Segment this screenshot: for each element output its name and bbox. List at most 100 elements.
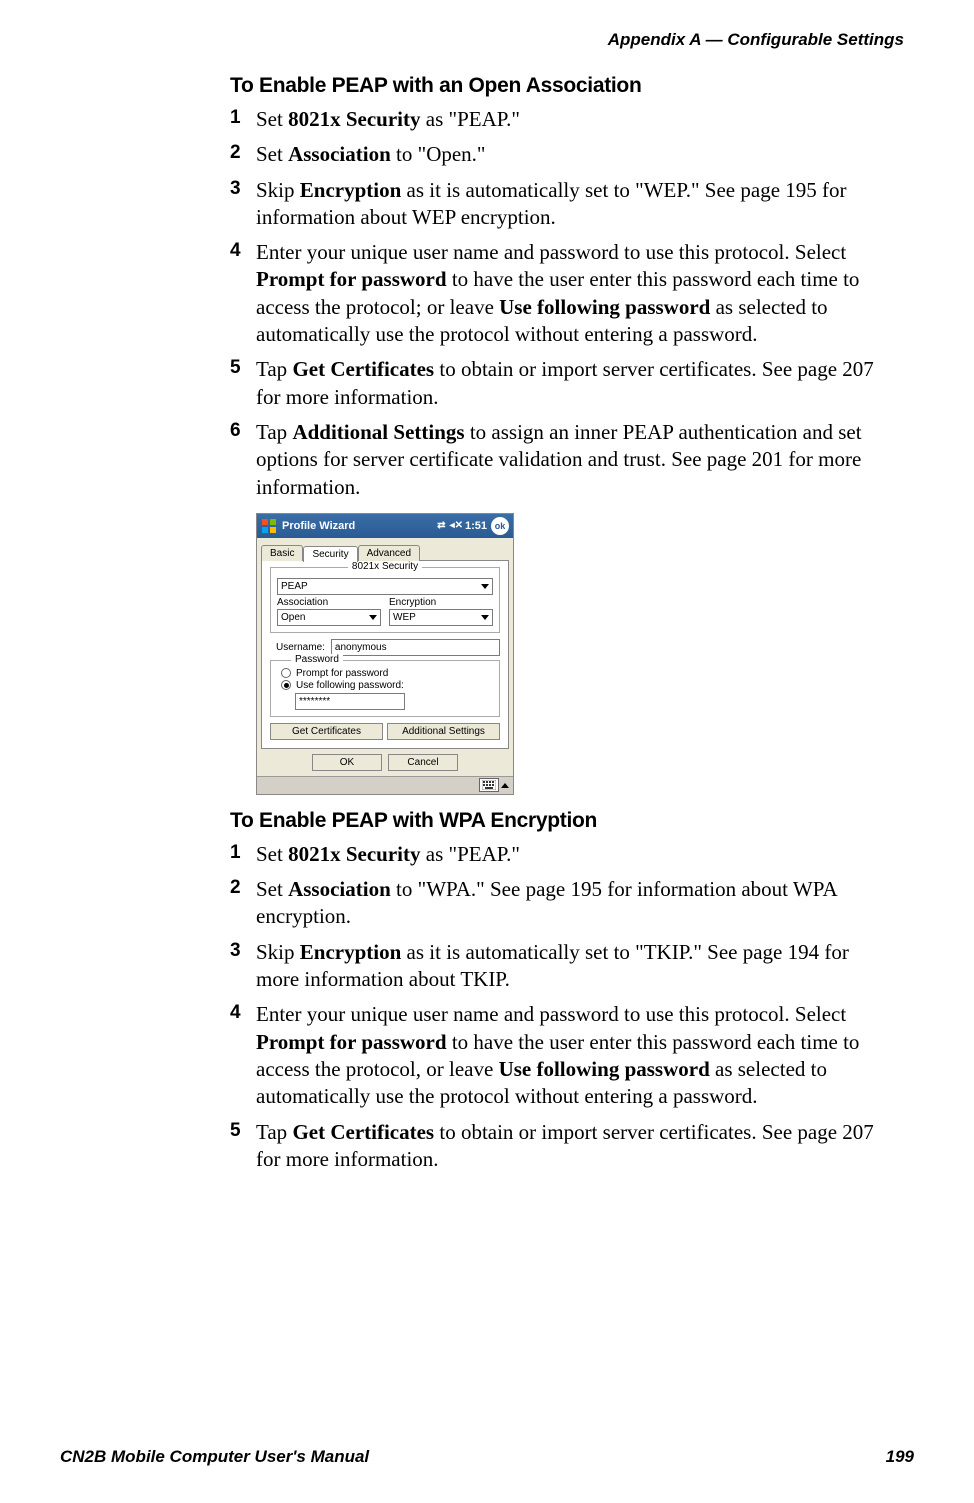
bold-term: Use following password: [499, 1057, 710, 1081]
step-number: 5: [230, 356, 256, 411]
8021x-security-group: 8021x Security PEAP Association Open: [270, 567, 500, 633]
step-text: Set Association to "Open.": [256, 141, 874, 168]
page-content: To Enable PEAP with an Open Association …: [230, 74, 874, 1173]
bold-term: Additional Settings: [292, 420, 464, 444]
step-text: Tap Get Certificates to obtain or import…: [256, 1119, 874, 1174]
titlebar: Profile Wizard ⇄ ◂✕ 1:51 ok: [257, 514, 513, 538]
encryption-label: Encryption: [389, 597, 493, 608]
association-label: Association: [277, 597, 381, 608]
section1-title: To Enable PEAP with an Open Association: [230, 74, 874, 98]
step-text: Set Association to "WPA." See page 195 f…: [256, 876, 874, 931]
bold-term: Encryption: [300, 178, 402, 202]
bold-term: 8021x Security: [288, 842, 420, 866]
step-item: 5Tap Get Certificates to obtain or impor…: [230, 1119, 874, 1174]
step-text: Tap Additional Settings to assign an inn…: [256, 419, 874, 501]
section1-steps: 1Set 8021x Security as "PEAP."2Set Assoc…: [230, 106, 874, 501]
bold-term: Association: [288, 142, 391, 166]
get-certificates-button[interactable]: Get Certificates: [270, 723, 383, 740]
step-item: 6Tap Additional Settings to assign an in…: [230, 419, 874, 501]
radio-icon: [281, 680, 291, 690]
step-number: 3: [230, 939, 256, 994]
prompt-for-password-radio[interactable]: Prompt for password: [281, 668, 493, 679]
bold-term: Encryption: [300, 940, 402, 964]
bold-term: Association: [288, 877, 391, 901]
password-group: Password Prompt for password Use followi…: [270, 660, 500, 717]
windows-logo-icon: [261, 518, 277, 534]
ok-button[interactable]: OK: [312, 754, 382, 771]
association-value: Open: [281, 612, 305, 623]
chevron-down-icon: [369, 615, 377, 620]
8021x-security-legend: 8021x Security: [348, 561, 422, 572]
section2-steps: 1Set 8021x Security as "PEAP."2Set Assoc…: [230, 841, 874, 1173]
step-number: 4: [230, 239, 256, 348]
footer-page-number: 199: [886, 1447, 914, 1467]
step-item: 4Enter your unique user name and passwor…: [230, 239, 874, 348]
step-text: Enter your unique user name and password…: [256, 239, 874, 348]
section2-title: To Enable PEAP with WPA Encryption: [230, 809, 874, 833]
step-number: 4: [230, 1001, 256, 1110]
sip-up-arrow-icon[interactable]: [501, 783, 509, 788]
connectivity-icon: ⇄: [437, 520, 445, 531]
tab-basic[interactable]: Basic: [261, 545, 303, 561]
step-number: 1: [230, 106, 256, 133]
password-legend: Password: [291, 654, 343, 665]
username-label: Username:: [276, 642, 325, 653]
step-number: 3: [230, 177, 256, 232]
password-field[interactable]: ********: [295, 693, 405, 710]
step-number: 2: [230, 141, 256, 168]
step-text: Set 8021x Security as "PEAP.": [256, 106, 874, 133]
step-number: 6: [230, 419, 256, 501]
chevron-down-icon: [481, 615, 489, 620]
step-item: 1Set 8021x Security as "PEAP.": [230, 106, 874, 133]
ok-round-button[interactable]: ok: [491, 517, 509, 535]
tab-strip: Basic Security Advanced: [257, 544, 513, 560]
window-title: Profile Wizard: [282, 520, 355, 532]
prompt-for-password-label: Prompt for password: [296, 668, 388, 679]
8021x-security-dropdown[interactable]: PEAP: [277, 578, 493, 595]
use-following-password-radio[interactable]: Use following password:: [281, 680, 493, 691]
step-text: Skip Encryption as it is automatically s…: [256, 177, 874, 232]
step-item: 1Set 8021x Security as "PEAP.": [230, 841, 874, 868]
username-value: anonymous: [335, 642, 387, 653]
security-panel: 8021x Security PEAP Association Open: [261, 560, 509, 749]
tab-security[interactable]: Security: [303, 546, 357, 562]
keyboard-icon[interactable]: [479, 778, 499, 792]
step-number: 2: [230, 876, 256, 931]
step-item: 3Skip Encryption as it is automatically …: [230, 939, 874, 994]
bold-term: Prompt for password: [256, 267, 447, 291]
step-item: 2Set Association to "WPA." See page 195 …: [230, 876, 874, 931]
bold-term: Use following password: [499, 295, 710, 319]
profile-wizard-screenshot: Profile Wizard ⇄ ◂✕ 1:51 ok Basic Securi…: [256, 513, 514, 795]
use-following-password-label: Use following password:: [296, 680, 404, 691]
chevron-down-icon: [481, 584, 489, 589]
additional-settings-button[interactable]: Additional Settings: [387, 723, 500, 740]
bold-term: Get Certificates: [292, 357, 434, 381]
step-text: Tap Get Certificates to obtain or import…: [256, 356, 874, 411]
bold-term: Prompt for password: [256, 1030, 447, 1054]
encryption-value: WEP: [393, 612, 416, 623]
step-item: 5Tap Get Certificates to obtain or impor…: [230, 356, 874, 411]
footer-manual-title: CN2B Mobile Computer User's Manual: [60, 1447, 369, 1467]
running-header: Appendix A — Configurable Settings: [60, 30, 914, 50]
tab-advanced[interactable]: Advanced: [358, 545, 420, 561]
step-number: 5: [230, 1119, 256, 1174]
encryption-dropdown[interactable]: WEP: [389, 609, 493, 626]
password-value: ********: [299, 696, 330, 707]
radio-icon: [281, 668, 291, 678]
clock: 1:51: [465, 520, 487, 532]
step-item: 2Set Association to "Open.": [230, 141, 874, 168]
step-item: 3Skip Encryption as it is automatically …: [230, 177, 874, 232]
step-text: Enter your unique user name and password…: [256, 1001, 874, 1110]
volume-icon: ◂✕: [450, 520, 463, 531]
page-footer: CN2B Mobile Computer User's Manual 199: [60, 1447, 914, 1467]
cancel-button[interactable]: Cancel: [388, 754, 458, 771]
username-field[interactable]: anonymous: [331, 639, 500, 656]
bold-term: 8021x Security: [288, 107, 420, 131]
step-number: 1: [230, 841, 256, 868]
bold-term: Get Certificates: [292, 1120, 434, 1144]
8021x-security-value: PEAP: [281, 581, 308, 592]
association-dropdown[interactable]: Open: [277, 609, 381, 626]
step-text: Skip Encryption as it is automatically s…: [256, 939, 874, 994]
step-item: 4Enter your unique user name and passwor…: [230, 1001, 874, 1110]
step-text: Set 8021x Security as "PEAP.": [256, 841, 874, 868]
